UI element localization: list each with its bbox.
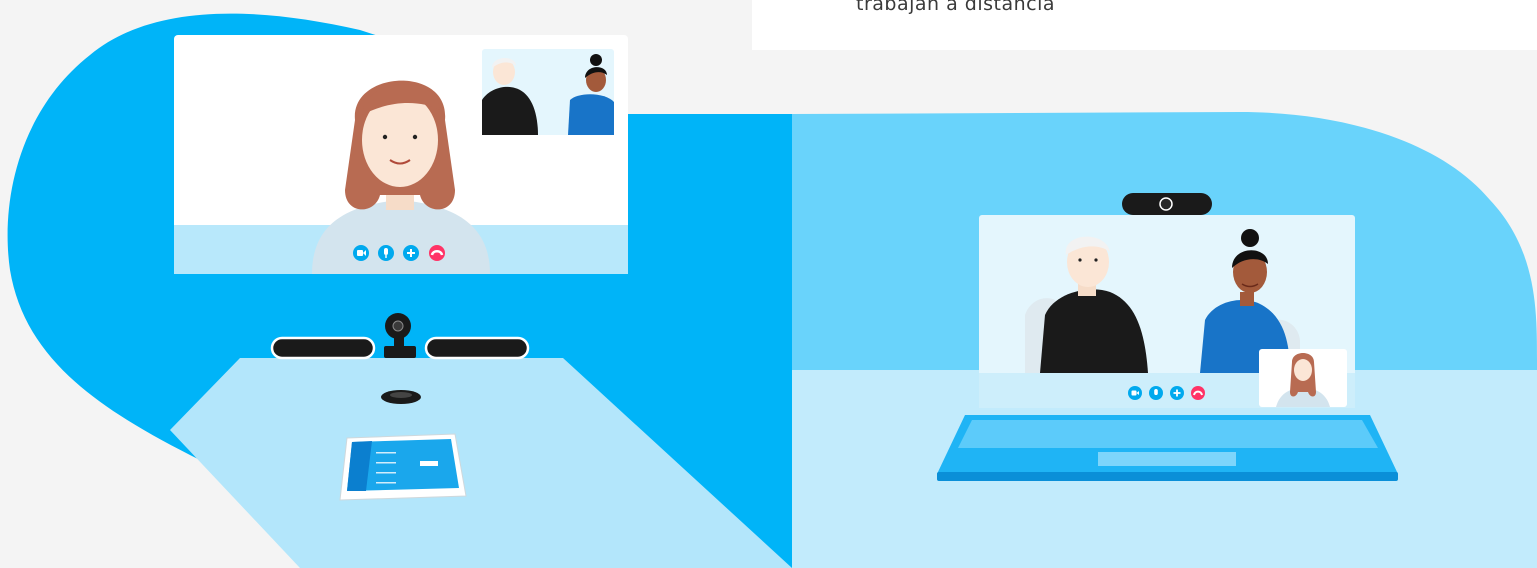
camera-icon [357,250,363,256]
laptop-screen [979,215,1355,408]
room-camera-button[interactable] [353,245,369,261]
room-display [174,35,628,274]
room-microphone-button[interactable] [378,245,394,261]
video-bar-left [270,336,376,360]
laptop-front-edge [937,472,1398,481]
video-bar-right [424,336,530,360]
room-add-participant-button[interactable] [403,245,419,261]
laptop-end-call-button[interactable] [1191,386,1205,400]
laptop-add-participant-button[interactable] [1170,386,1184,400]
microphone-icon [1154,389,1158,395]
microphone-icon [384,248,388,255]
room-end-call-button[interactable] [429,245,445,261]
laptop-pip-thumbnail [1259,349,1347,407]
room-pip-thumbnail [482,49,614,135]
touch-controller-tablet [339,433,467,501]
laptop-microphone-button[interactable] [1149,386,1163,400]
laptop [937,415,1398,481]
webcam [1122,193,1212,218]
laptop-camera-button[interactable] [1128,386,1142,400]
laptop-trackpad [1098,452,1236,466]
illustration-scene [7,13,1537,568]
meeting-room-panel [7,13,792,568]
camera-icon [1131,390,1137,396]
laptop-panel [792,112,1537,568]
